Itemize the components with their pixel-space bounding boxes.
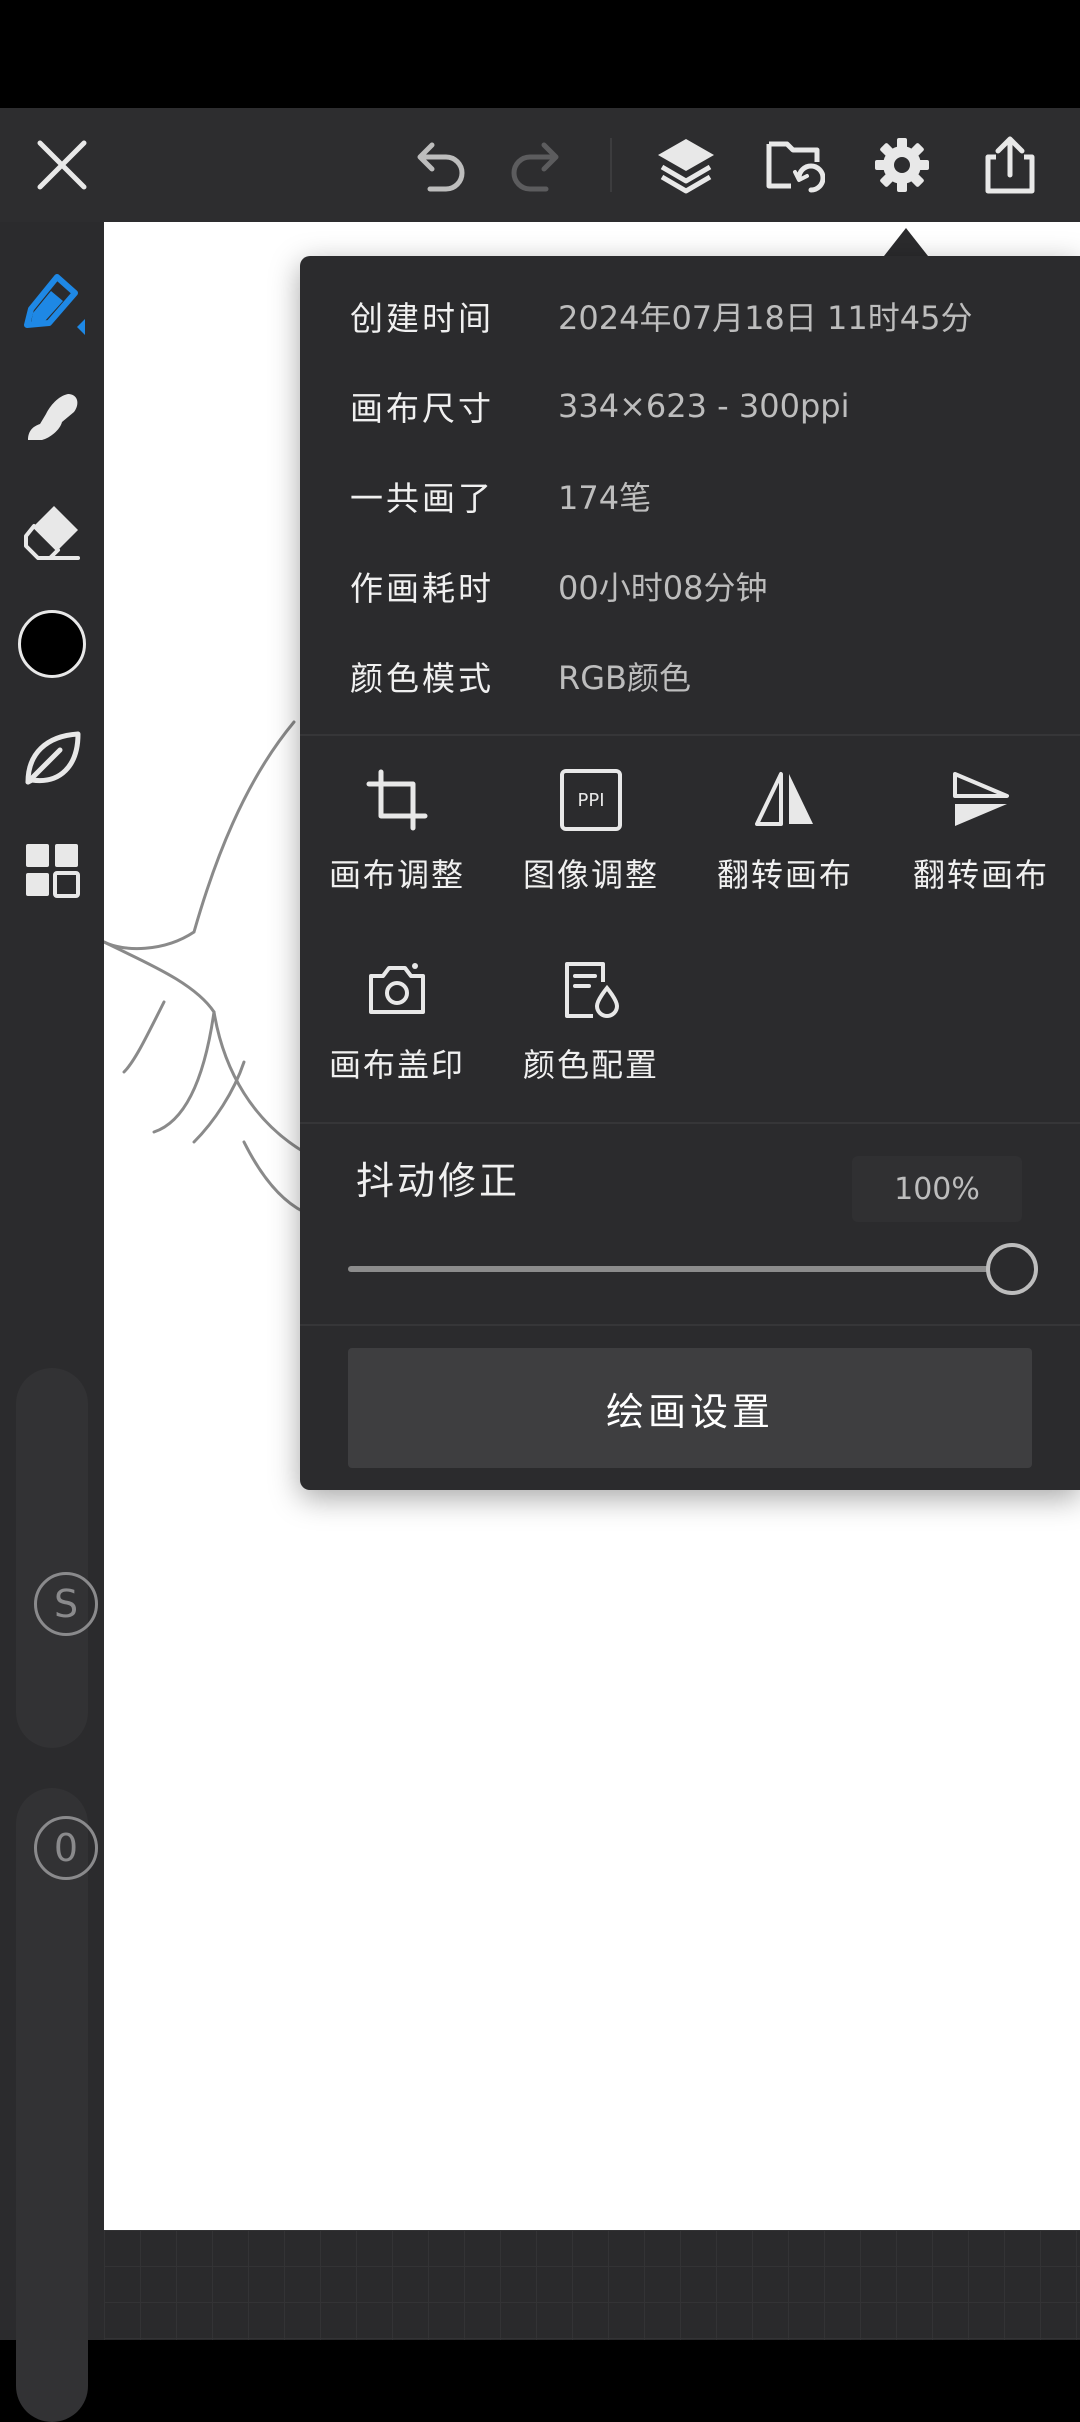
undo-button[interactable] [400,108,480,222]
eraser-icon [24,506,80,560]
save-button[interactable] [754,108,834,222]
flip-vertical-button[interactable]: 翻转画布 [888,760,1074,910]
flip-horizontal-label: 翻转画布 [716,856,853,894]
canvas-stamp-button[interactable]: 画布盖印 [304,950,490,1100]
divider [300,734,1080,736]
top-toolbar [0,108,1080,222]
undo-icon [417,142,465,192]
color-mode-label: 颜色模式 [350,659,494,698]
drawing-settings-button[interactable]: 绘画设置 [348,1348,1032,1468]
pen-icon [24,274,85,335]
close-icon [37,140,87,190]
layers-button[interactable] [646,108,726,222]
share-icon [985,136,1035,194]
leaf-icon [25,731,81,785]
canvas-size-value: 334×623 - 300ppi [558,387,850,425]
canvas-adjust-label: 画布调整 [328,856,465,894]
camera-icon [369,963,425,1014]
flip-vertical-icon [953,772,1009,826]
smudge-icon [28,394,78,440]
save-folder-icon [766,141,825,193]
close-button[interactable] [22,108,102,222]
color-mode-row: 颜色模式 RGB颜色 [350,646,691,706]
gear-icon [875,138,929,192]
stabilizer-slider-track[interactable] [348,1266,1008,1272]
settings-button[interactable] [862,108,942,222]
eraser-tool-button[interactable] [10,490,94,574]
stroke-count-row: 一共画了 174笔 [350,466,651,526]
stabilizer-value-input[interactable]: 100% [852,1156,1022,1222]
flip-vertical-label: 翻转画布 [912,856,1049,894]
created-time-value: 2024年07月18日 11时45分 [558,299,973,337]
image-adjust-button[interactable]: PPI 图像调整 [498,760,684,910]
image-adjust-label: 图像调整 [522,856,659,894]
grid-icon [26,844,80,898]
layers-icon [658,139,714,194]
color-profile-icon [565,962,620,1018]
canvas-adjust-button[interactable]: 画布调整 [304,760,490,910]
brush-size-slider[interactable]: S [16,1368,98,1748]
stabilizer-slider-knob[interactable] [986,1243,1038,1295]
divider [300,1122,1080,1124]
drawing-time-value: 00小时08分钟 [558,569,768,607]
canvas-size-label: 画布尺寸 [350,389,494,428]
flip-horizontal-button[interactable]: 翻转画布 [692,760,878,910]
smudge-tool-button[interactable] [10,376,94,460]
color-mode-value: RGB颜色 [558,659,691,697]
divider [300,1324,1080,1326]
stroke-count-label: 一共画了 [350,479,494,518]
stroke-count-value: 174笔 [558,479,652,517]
grid-tool-button[interactable] [10,828,94,912]
popover-arrow [884,228,928,256]
share-button[interactable] [970,108,1050,222]
created-time-row: 创建时间 2024年07月18日 11时45分 [350,286,973,346]
left-tool-rail: S 0 [0,222,104,2422]
brush-size-knob[interactable]: S [34,1572,98,1636]
color-swatch-button[interactable] [10,602,94,686]
color-config-label: 颜色配置 [522,1046,659,1084]
flip-horizontal-icon [755,772,813,826]
bottom-grid-strip [104,2230,1080,2340]
drawing-time-label: 作画耗时 [350,569,494,608]
leaf-tool-button[interactable] [10,716,94,800]
color-config-button[interactable]: 颜色配置 [498,950,684,1100]
canvas-info-popover: 创建时间 2024年07月18日 11时45分 画布尺寸 334×623 - 3… [300,256,1080,1490]
redo-icon [511,142,559,192]
status-bar [0,0,1080,108]
stabilizer-label: 抖动修正 [356,1159,521,1203]
brush-opacity-slider[interactable]: 0 [16,1788,98,2422]
ppi-icon: PPI [560,769,622,831]
color-swatch [18,610,86,678]
created-time-label: 创建时间 [350,299,494,338]
canvas-stamp-label: 画布盖印 [328,1046,465,1084]
redo-button[interactable] [496,108,576,222]
crop-icon [366,769,428,831]
pen-tool-button[interactable] [10,260,94,344]
brush-opacity-knob[interactable]: 0 [34,1816,98,1880]
canvas-size-row: 画布尺寸 334×623 - 300ppi [350,376,849,436]
toolbar-divider [610,138,612,192]
drawing-time-row: 作画耗时 00小时08分钟 [350,556,767,616]
